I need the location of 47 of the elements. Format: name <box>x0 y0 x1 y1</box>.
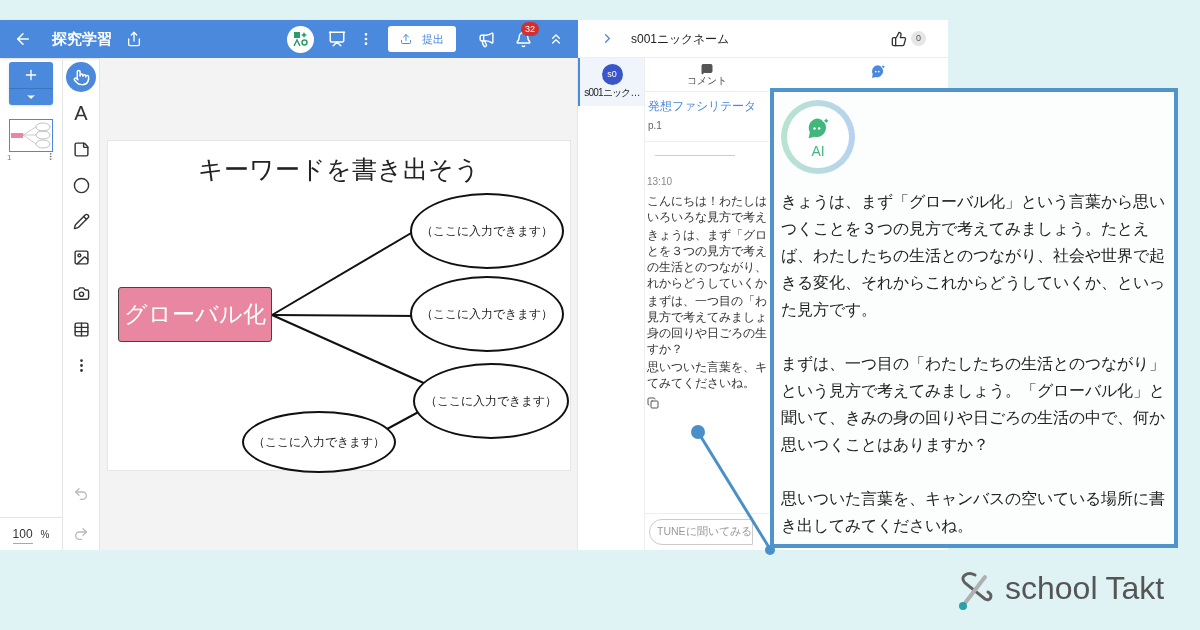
ai-label: AI <box>811 143 825 159</box>
comment-tab[interactable]: コメント <box>645 58 769 91</box>
add-page-button[interactable] <box>9 62 53 105</box>
notification-badge: 32 <box>521 21 539 36</box>
slide-title: キーワードを書き出そう <box>197 154 481 185</box>
chat-paragraph: 思いついた言葉を、キ てみてくださいね。 <box>647 359 767 392</box>
message-time: 13:10 <box>647 175 674 190</box>
callout-paragraph: 思いついた言葉を、キャンバスの空いている場所に書き出してみてくださいね。 <box>781 489 1166 536</box>
input-bubble[interactable]: （ここに入力できます） <box>410 193 564 269</box>
share-icon[interactable] <box>126 31 142 47</box>
submit-button[interactable]: 提出 <box>388 26 456 52</box>
student-name: s001ニックネーム <box>631 30 730 48</box>
logo-text: Takt <box>1105 572 1165 604</box>
input-bubble[interactable]: （ここに入力できます） <box>242 411 396 473</box>
text-tool[interactable]: A <box>66 98 96 128</box>
logo-text: school <box>1005 572 1098 604</box>
student-item[interactable]: s0 s001ニック… <box>578 58 644 106</box>
chat-paragraph: きょうは、まず「グロ とを３つの見方で考え の生活とのつながり、 れからどうしていくか <box>647 227 767 292</box>
ai-search-icon[interactable] <box>287 25 314 53</box>
page-thumbnail[interactable] <box>9 119 53 152</box>
input-bubble[interactable]: （ここに入力できます） <box>410 276 564 352</box>
page-menu-icon[interactable] <box>46 152 55 161</box>
app-title: 探究学習 <box>52 28 112 49</box>
student-label: s001ニック… <box>584 86 640 100</box>
hand-tool-icon[interactable] <box>66 62 96 92</box>
megaphone-icon[interactable] <box>478 30 495 48</box>
comment-icon <box>701 62 713 75</box>
callout-paragraph: まずは、一つ目の「わたしたちの生活とのつながり」という見方で考えてみましょう。「グローバル化」と聞いて、きみの身の回りや日ごろの生活の中で、何か思いつくことはありますか？ <box>781 354 1166 455</box>
presentation-icon[interactable] <box>328 30 346 48</box>
chat-paragraph: まずは、一つ目の「わ 見方で考えてみましょ 身の回りや日ごろの生 すか？ <box>647 293 767 358</box>
plus-icon[interactable] <box>23 67 39 83</box>
like-count: 0 <box>911 31 926 46</box>
bell-icon[interactable] <box>515 30 532 48</box>
input-bubble[interactable]: （ここに入力できます） <box>413 363 569 439</box>
copy-icon[interactable] <box>647 397 659 410</box>
session-title: 発想ファシリテータ <box>648 99 757 114</box>
percent-label: % <box>40 527 50 542</box>
upload-icon <box>400 33 412 45</box>
like-icon[interactable] <box>891 30 907 47</box>
ai-tab-icon[interactable] <box>869 63 887 81</box>
callout-paragraph: きょうは、まず「グローバル化」という言葉から思いつくことを３つの見方で考えてみましょう。たとえば、わたしたちの生活とのつながり、社会や世界で起きる変化、それからこれからどうしていくか、といった見方です。 <box>781 192 1166 320</box>
zoom-field[interactable]: 100 <box>12 524 33 544</box>
page-label: p.1 <box>648 119 663 134</box>
page-number: 1 <box>7 152 12 164</box>
student-avatar: s0 <box>601 64 623 85</box>
chat-paragraph: こんにちは！わたしは いろいろな見方で考え <box>647 193 767 226</box>
back-icon[interactable] <box>14 30 32 48</box>
